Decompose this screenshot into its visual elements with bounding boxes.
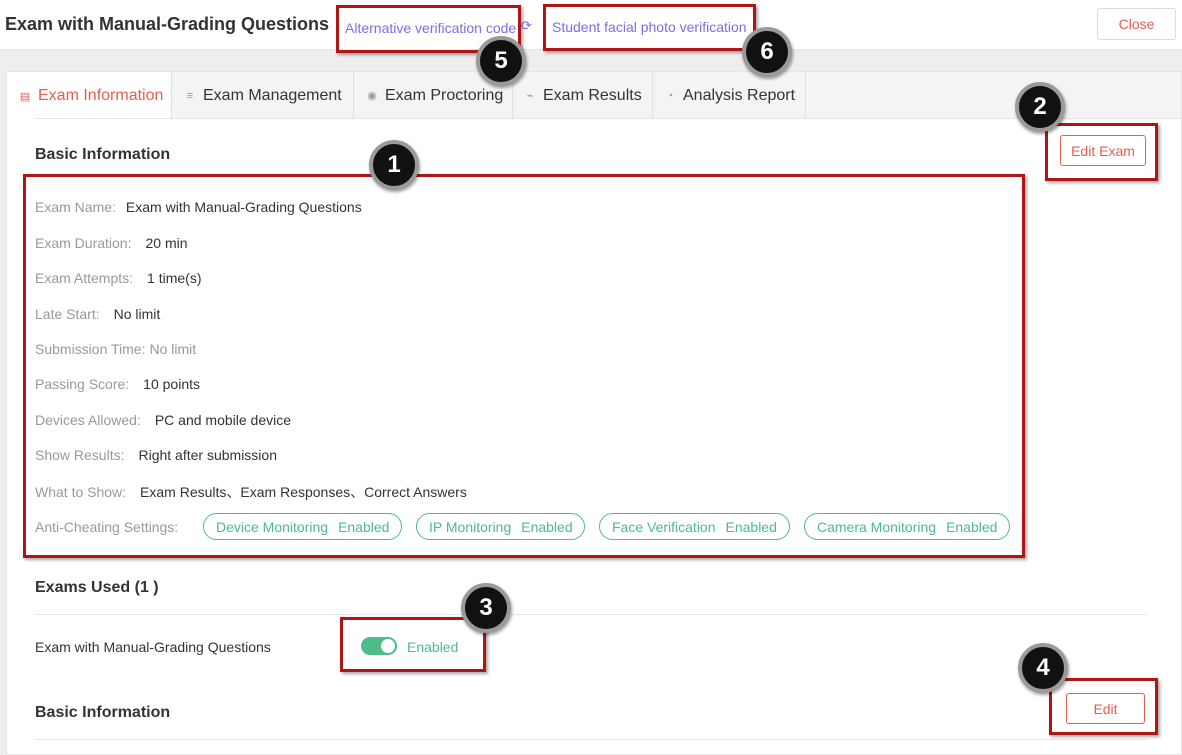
tab-analysis-report[interactable]: ◔ Analysis Report bbox=[653, 72, 806, 119]
refresh-icon[interactable]: ⟳ bbox=[521, 19, 535, 33]
tab-exam-management[interactable]: ≡ Exam Management bbox=[172, 72, 354, 119]
exams-used-item-name: Exam with Manual-Grading Questions bbox=[35, 639, 271, 655]
divider bbox=[35, 118, 1147, 119]
highlight-box-edit-exam bbox=[1045, 123, 1158, 181]
tab-label: Exam Proctoring bbox=[385, 86, 504, 104]
exams-used-title: Exams Used (1 ) bbox=[35, 579, 159, 596]
tab-exam-information[interactable]: ▤ Exam Information bbox=[7, 72, 172, 120]
tab-exam-results[interactable]: ⌁ Exam Results bbox=[513, 72, 653, 119]
highlight-box-toggle bbox=[340, 617, 486, 672]
divider bbox=[35, 614, 1147, 615]
highlight-box-facial bbox=[543, 4, 756, 51]
tab-label: Analysis Report bbox=[683, 86, 796, 104]
close-button[interactable]: Close bbox=[1097, 8, 1176, 40]
highlight-box-basic-info bbox=[23, 174, 1025, 558]
highlight-box-edit bbox=[1049, 678, 1158, 735]
callout-badge-3: 3 bbox=[461, 583, 511, 633]
chart-icon: ⌁ bbox=[526, 90, 534, 102]
tab-label: Exam Information bbox=[38, 87, 164, 104]
manage-icon: ≡ bbox=[186, 89, 194, 102]
tab-label: Exam Management bbox=[203, 86, 342, 104]
eye-icon: ◉ bbox=[367, 90, 377, 102]
basic-information-title: Basic Information bbox=[35, 146, 171, 163]
page-title: Exam with Manual-Grading Questions bbox=[5, 14, 330, 34]
document-icon: ▤ bbox=[19, 90, 31, 103]
exams-used-item: Exam with Manual-Grading Questions bbox=[35, 639, 271, 655]
pie-icon: ◔ bbox=[666, 89, 674, 102]
callout-badge-4: 4 bbox=[1018, 643, 1068, 693]
tab-label: Exam Results bbox=[543, 86, 642, 104]
callout-badge-5: 5 bbox=[476, 36, 526, 86]
divider bbox=[35, 739, 1147, 740]
callout-badge-1: 1 bbox=[369, 140, 419, 190]
tab-bar: ▤ Exam Information ≡ Exam Management ◉ E… bbox=[7, 72, 1181, 120]
callout-badge-2: 2 bbox=[1015, 82, 1065, 132]
basic-information-title-2: Basic Information bbox=[35, 704, 171, 721]
callout-badge-6: 6 bbox=[742, 27, 792, 77]
